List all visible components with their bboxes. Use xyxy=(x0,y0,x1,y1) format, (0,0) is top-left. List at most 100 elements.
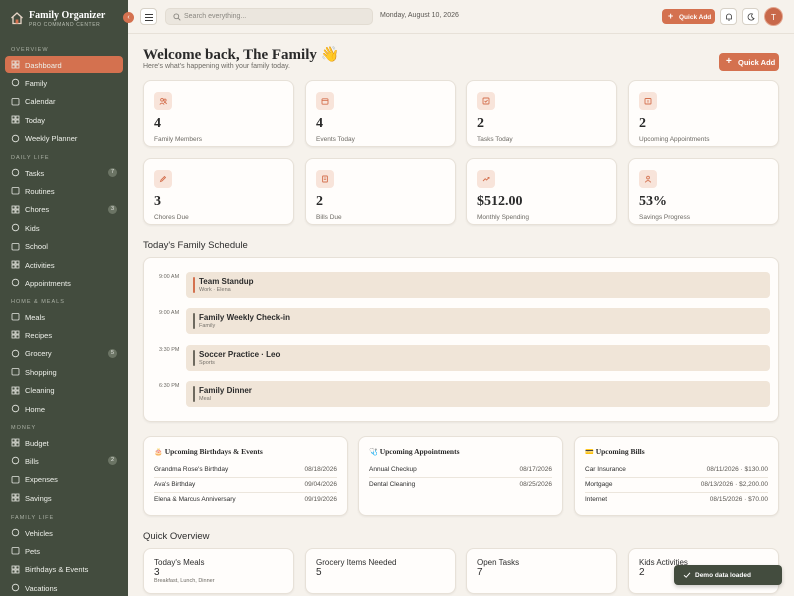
sidebar-item-cleaning[interactable]: Cleaning xyxy=(5,382,123,399)
page-subtitle: Here's what's happening with your family… xyxy=(143,63,290,70)
piggy-icon xyxy=(639,170,657,188)
list-item[interactable]: Ava's Birthday 09/04/2026 xyxy=(154,478,337,493)
schedule-event[interactable]: Team Standup Work · Elena xyxy=(186,272,770,298)
sidebar: Family Organizer PRO COMMAND CENTER OVER… xyxy=(0,0,128,596)
quick-add-main-button[interactable]: + Quick Add xyxy=(719,53,779,71)
page-title: Welcome back, The Family 👋 xyxy=(143,47,340,63)
sidebar-item-vacations[interactable]: Vacations xyxy=(5,579,123,596)
sidebar-item-family[interactable]: Family xyxy=(5,74,123,91)
list-item[interactable]: Mortgage 08/13/2026 · $2,200.00 xyxy=(585,478,768,493)
overview-card-value: 7 xyxy=(477,567,483,578)
sidebar-item-appointments[interactable]: Appointments xyxy=(5,274,123,291)
sidebar-item-grocery[interactable]: Grocery 5 xyxy=(5,345,123,362)
overview-card[interactable]: Open Tasks 7 xyxy=(466,548,617,594)
list-item[interactable]: Dental Cleaning 08/25/2026 xyxy=(369,478,552,493)
stat-card[interactable]: 2 Tasks Today xyxy=(466,80,617,147)
brand-subtitle: PRO COMMAND CENTER xyxy=(29,22,101,28)
stat-value: 2 xyxy=(477,116,484,131)
stat-card[interactable]: 2 Upcoming Appointments xyxy=(628,80,779,147)
search-input[interactable]: Search everything... xyxy=(165,8,373,25)
overview-card-value: 5 xyxy=(316,567,322,578)
theme-toggle-button[interactable] xyxy=(742,8,759,25)
list-item-name: Grandma Rose's Birthday xyxy=(154,466,229,473)
sidebar-item-label: Chores xyxy=(25,205,50,215)
receipt-icon xyxy=(316,170,334,188)
appointment-icon xyxy=(639,92,657,110)
plus-icon: + xyxy=(668,11,674,21)
list-item-value: 08/25/2026 xyxy=(519,481,552,488)
sidebar-item-label: Birthdays & Events xyxy=(25,565,89,575)
brand[interactable]: Family Organizer PRO COMMAND CENTER xyxy=(10,9,128,31)
sidebar-item-label: Weekly Planner xyxy=(25,134,78,144)
sidebar-item-label: Activities xyxy=(25,260,55,270)
stat-card[interactable]: 4 Family Members xyxy=(143,80,294,147)
sidebar-item-label: Pets xyxy=(25,546,41,556)
list-item[interactable]: Car Insurance 08/11/2026 · $130.00 xyxy=(585,463,768,478)
sidebar-section-label: HOME & MEALS xyxy=(11,299,65,305)
schedule-card: 9:00 AM Team Standup Work · Elena 9:00 AM Fa… xyxy=(143,257,779,422)
sidebar-item-weekly-planner[interactable]: Weekly Planner xyxy=(5,130,123,147)
stat-card[interactable]: 53% Savings Progress xyxy=(628,158,779,225)
list-item[interactable]: Elena & Marcus Anniversary 09/19/2026 xyxy=(154,493,337,508)
schedule-event[interactable]: Family Weekly Check-in Family xyxy=(186,308,770,334)
sidebar-item-kids[interactable]: Kids xyxy=(5,219,123,236)
sidebar-item-home[interactable]: Home xyxy=(5,400,123,417)
sidebar-item-label: Dashboard xyxy=(25,60,62,70)
sidebar-item-school[interactable]: School xyxy=(5,238,123,255)
sidebar-item-budget[interactable]: Budget xyxy=(5,434,123,451)
house-logo-icon xyxy=(11,12,23,25)
sidebar-item-chores[interactable]: Chores 3 xyxy=(5,201,123,218)
sidebar-item-savings[interactable]: Savings xyxy=(5,489,123,506)
list-card-title: 🎂 Upcoming Birthdays & Events xyxy=(154,447,263,456)
sidebar-collapse-button[interactable]: ‹ xyxy=(123,12,134,23)
stat-card[interactable]: 3 Chores Due xyxy=(143,158,294,225)
overview-card-title: Open Tasks xyxy=(477,558,520,567)
sidebar-item-activities[interactable]: Activities xyxy=(5,256,123,273)
sidebar-item-expenses[interactable]: Expenses xyxy=(5,471,123,488)
overview-card[interactable]: Grocery Items Needed 5 xyxy=(305,548,456,594)
list-item[interactable]: Grandma Rose's Birthday 08/18/2026 xyxy=(154,463,337,478)
sidebar-item-recipes[interactable]: Recipes xyxy=(5,326,123,343)
sidebar-item-calendar[interactable]: Calendar xyxy=(5,93,123,110)
users-icon xyxy=(154,92,172,110)
sidebar-item-shopping[interactable]: Shopping xyxy=(5,363,123,380)
avatar[interactable]: T xyxy=(764,7,783,26)
schedule-time: 9:00 AM xyxy=(159,274,180,280)
stat-value: 2 xyxy=(639,116,646,131)
sidebar-item-tasks[interactable]: Tasks 7 xyxy=(5,164,123,181)
stat-label: Events Today xyxy=(316,136,355,143)
schedule-event[interactable]: Family Dinner Meal xyxy=(186,381,770,407)
list-card-title-text: Upcoming Bills xyxy=(595,447,645,456)
sidebar-item-label: Bills xyxy=(25,456,39,466)
count-badge: 7 xyxy=(108,168,117,177)
notifications-button[interactable] xyxy=(720,8,737,25)
sidebar-item-dashboard[interactable]: Dashboard xyxy=(5,56,123,73)
sidebar-item-meals[interactable]: Meals xyxy=(5,308,123,325)
sidebar-item-bills[interactable]: Bills 2 xyxy=(5,452,123,469)
current-date: Monday, August 10, 2026 xyxy=(380,12,459,19)
stat-card[interactable]: $512.00 Monthly Spending xyxy=(466,158,617,225)
stat-label: Monthly Spending xyxy=(477,214,530,221)
sidebar-item-label: Routines xyxy=(25,186,55,196)
event-meta: Family xyxy=(199,323,216,329)
hamburger-icon xyxy=(145,14,153,15)
list-item[interactable]: Annual Checkup 08/17/2026 xyxy=(369,463,552,478)
sidebar-item-pets[interactable]: Pets xyxy=(5,542,123,559)
overview-card[interactable]: Today's Meals 3 Breakfast, Lunch, Dinner xyxy=(143,548,294,594)
toast-notification[interactable]: Demo data loaded xyxy=(674,565,782,585)
check-icon xyxy=(683,572,691,578)
schedule-event[interactable]: Soccer Practice · Leo Sports xyxy=(186,345,770,371)
sidebar-item-birthdays-events[interactable]: Birthdays & Events xyxy=(5,561,123,578)
sidebar-item-label: Appointments xyxy=(25,278,71,288)
stat-card[interactable]: 4 Events Today xyxy=(305,80,456,147)
sidebar-item-today[interactable]: Today xyxy=(5,111,123,128)
event-meta: Work · Elena xyxy=(199,287,231,293)
event-color-bar xyxy=(193,386,195,402)
stat-card[interactable]: 2 Bills Due xyxy=(305,158,456,225)
sidebar-item-routines[interactable]: Routines xyxy=(5,182,123,199)
menu-toggle-button[interactable] xyxy=(140,8,157,25)
quick-add-button[interactable]: + Quick Add xyxy=(662,9,715,24)
event-title: Family Dinner xyxy=(199,386,252,395)
sidebar-item-vehicles[interactable]: Vehicles xyxy=(5,524,123,541)
list-item[interactable]: Internet 08/15/2026 · $70.00 xyxy=(585,493,768,508)
